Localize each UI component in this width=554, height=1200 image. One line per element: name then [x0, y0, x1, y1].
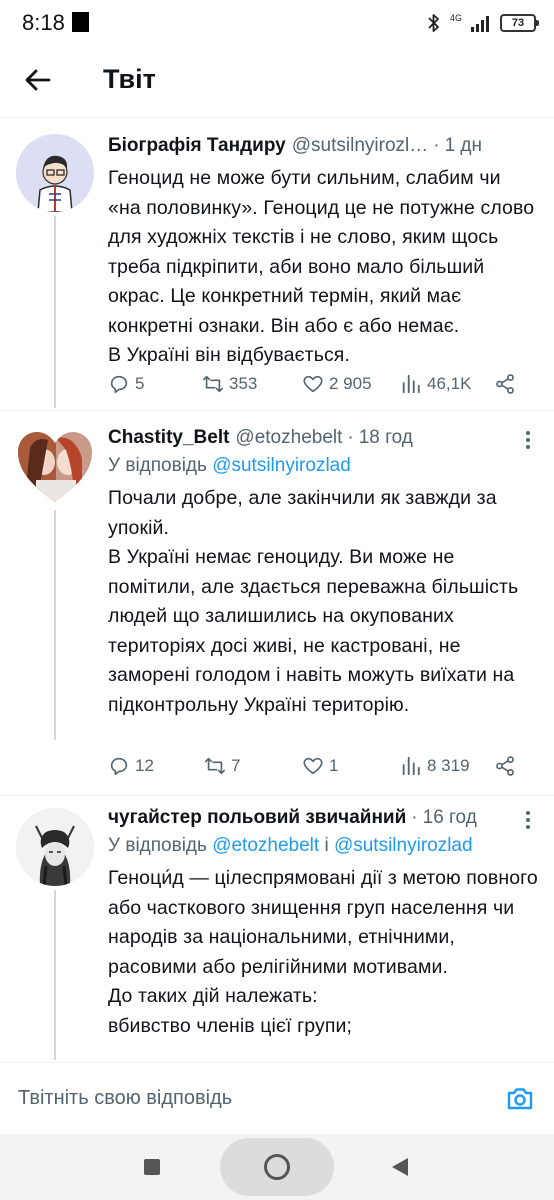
- status-time: 8:18: [22, 10, 65, 35]
- more-options-button[interactable]: [518, 428, 538, 452]
- separator-dot: ·: [347, 427, 354, 448]
- share-icon: [496, 756, 514, 776]
- page-title: Твіт: [103, 64, 156, 94]
- network-type-label: 4G: [449, 12, 462, 23]
- avatar[interactable]: [16, 428, 94, 506]
- author-name[interactable]: Chastity_Belt: [108, 427, 229, 449]
- retweet-count: 353: [229, 374, 258, 393]
- separator-dot: ·: [411, 807, 418, 828]
- tweet-time: 18 год: [358, 427, 413, 448]
- tweet-text: Геноцид не може бути сильним, слабим чи …: [108, 167, 535, 366]
- retweet-action[interactable]: 353: [202, 370, 257, 398]
- tweet-body: чугайстер польовий звичайний · 16 год У …: [108, 804, 538, 1041]
- reply-action[interactable]: 12: [108, 752, 154, 780]
- like-action[interactable]: 2 905: [302, 370, 372, 398]
- share-action[interactable]: [494, 752, 516, 780]
- avatar-illustration: [16, 134, 94, 212]
- author-name[interactable]: Біографія Тандиру: [108, 135, 286, 157]
- heart-icon: [303, 757, 323, 775]
- camera-icon: [507, 1088, 533, 1110]
- tweet-actions: 12 7 1 8 319: [108, 752, 522, 780]
- like-action[interactable]: 1: [302, 752, 338, 780]
- tweet-text: Геноци́д — цілеспрямовані дії з метою по…: [108, 867, 538, 1037]
- avatar-illustration: [16, 808, 94, 886]
- share-action[interactable]: [494, 370, 516, 398]
- author-name[interactable]: чугайстер польовий звичайний: [108, 807, 406, 829]
- bluetooth-icon: [428, 14, 439, 32]
- views-icon: [402, 756, 420, 776]
- reply-input[interactable]: Твітніть свою відповідь: [18, 1087, 232, 1110]
- back-button[interactable]: [20, 62, 56, 98]
- tweet-text: Почали добре, але закінчили як завжди за…: [108, 487, 519, 716]
- views-icon: [402, 374, 420, 394]
- tweet-actions: 5 353 2 905 46,1K: [108, 370, 522, 398]
- camera-button[interactable]: [506, 1085, 534, 1113]
- battery-indicator: 73: [500, 14, 539, 32]
- views-count: 46,1K: [427, 374, 472, 393]
- avatar[interactable]: [16, 808, 94, 886]
- separator-dot: ·: [433, 135, 440, 156]
- thread-line: [54, 510, 56, 740]
- home-ring-icon: [264, 1154, 290, 1180]
- retweet-icon: [205, 757, 225, 775]
- reply-prefix: У відповідь: [108, 455, 207, 476]
- reply-count: 12: [135, 756, 154, 775]
- tweet-body: Біографія Тандиру @sutsilnyirozl… · 1 дн…: [108, 132, 538, 371]
- thread-line: [54, 216, 56, 408]
- views-count: 8 319: [427, 756, 470, 775]
- recent-apps-button[interactable]: [144, 1159, 160, 1175]
- reply-to-line: У відповідь @sutsilnyirozlad: [108, 452, 538, 480]
- reply-mention-2[interactable]: @sutsilnyirozlad: [334, 835, 473, 856]
- reply-to-line: У відповідь @etozhebelt і @sutsilnyirozl…: [108, 832, 538, 860]
- reply-prefix: У відповідь: [108, 835, 207, 856]
- share-icon: [496, 374, 514, 394]
- like-count: 1: [329, 756, 339, 775]
- thread-line: [54, 890, 56, 1060]
- system-nav-bar: [0, 1134, 554, 1200]
- notification-icon: [72, 12, 89, 32]
- avatar[interactable]: [16, 134, 94, 212]
- header: Твіт: [0, 46, 554, 116]
- home-button[interactable]: [220, 1138, 334, 1196]
- tweet-divider: [0, 795, 554, 796]
- reply-join: і: [324, 835, 329, 856]
- status-icons: 4G 73: [426, 12, 539, 34]
- arrow-left-icon: [25, 69, 51, 91]
- avatar-illustration: [18, 432, 92, 502]
- tweet-header: чугайстер польовий звичайний · 16 год: [108, 804, 538, 832]
- status-bar: 8:18 4G 73: [0, 0, 554, 46]
- author-handle[interactable]: @sutsilnyirozl…: [292, 135, 428, 157]
- author-handle[interactable]: @etozhebelt: [235, 427, 342, 449]
- reply-mention[interactable]: @sutsilnyirozlad: [212, 455, 351, 476]
- tweet-header: Chastity_Belt @etozhebelt · 18 год: [108, 424, 538, 452]
- tweet-time: 16 год: [422, 807, 477, 828]
- heart-icon: [303, 375, 323, 393]
- tweet-time: 1 дн: [444, 135, 482, 156]
- retweet-count: 7: [231, 756, 241, 775]
- more-options-button[interactable]: [518, 808, 538, 832]
- system-back-button[interactable]: [392, 1158, 408, 1176]
- reply-mention[interactable]: @etozhebelt: [212, 835, 319, 856]
- tweet-header: Біографія Тандиру @sutsilnyirozl… · 1 дн: [108, 132, 538, 160]
- retweet-icon: [203, 375, 223, 393]
- tweet-divider: [0, 410, 554, 411]
- reply-icon: [110, 757, 128, 776]
- reply-icon: [110, 375, 128, 394]
- like-count: 2 905: [329, 374, 372, 393]
- retweet-action[interactable]: 7: [204, 752, 240, 780]
- views-action[interactable]: 8 319: [400, 752, 470, 780]
- signal-icon: [471, 16, 489, 32]
- reply-count: 5: [135, 374, 145, 393]
- header-divider: [0, 117, 554, 118]
- views-action[interactable]: 46,1K: [400, 370, 471, 398]
- reply-action[interactable]: 5: [108, 370, 144, 398]
- reply-composer: Твітніть свою відповідь: [0, 1062, 554, 1134]
- tweet-body: Chastity_Belt @etozhebelt · 18 год У від…: [108, 424, 538, 720]
